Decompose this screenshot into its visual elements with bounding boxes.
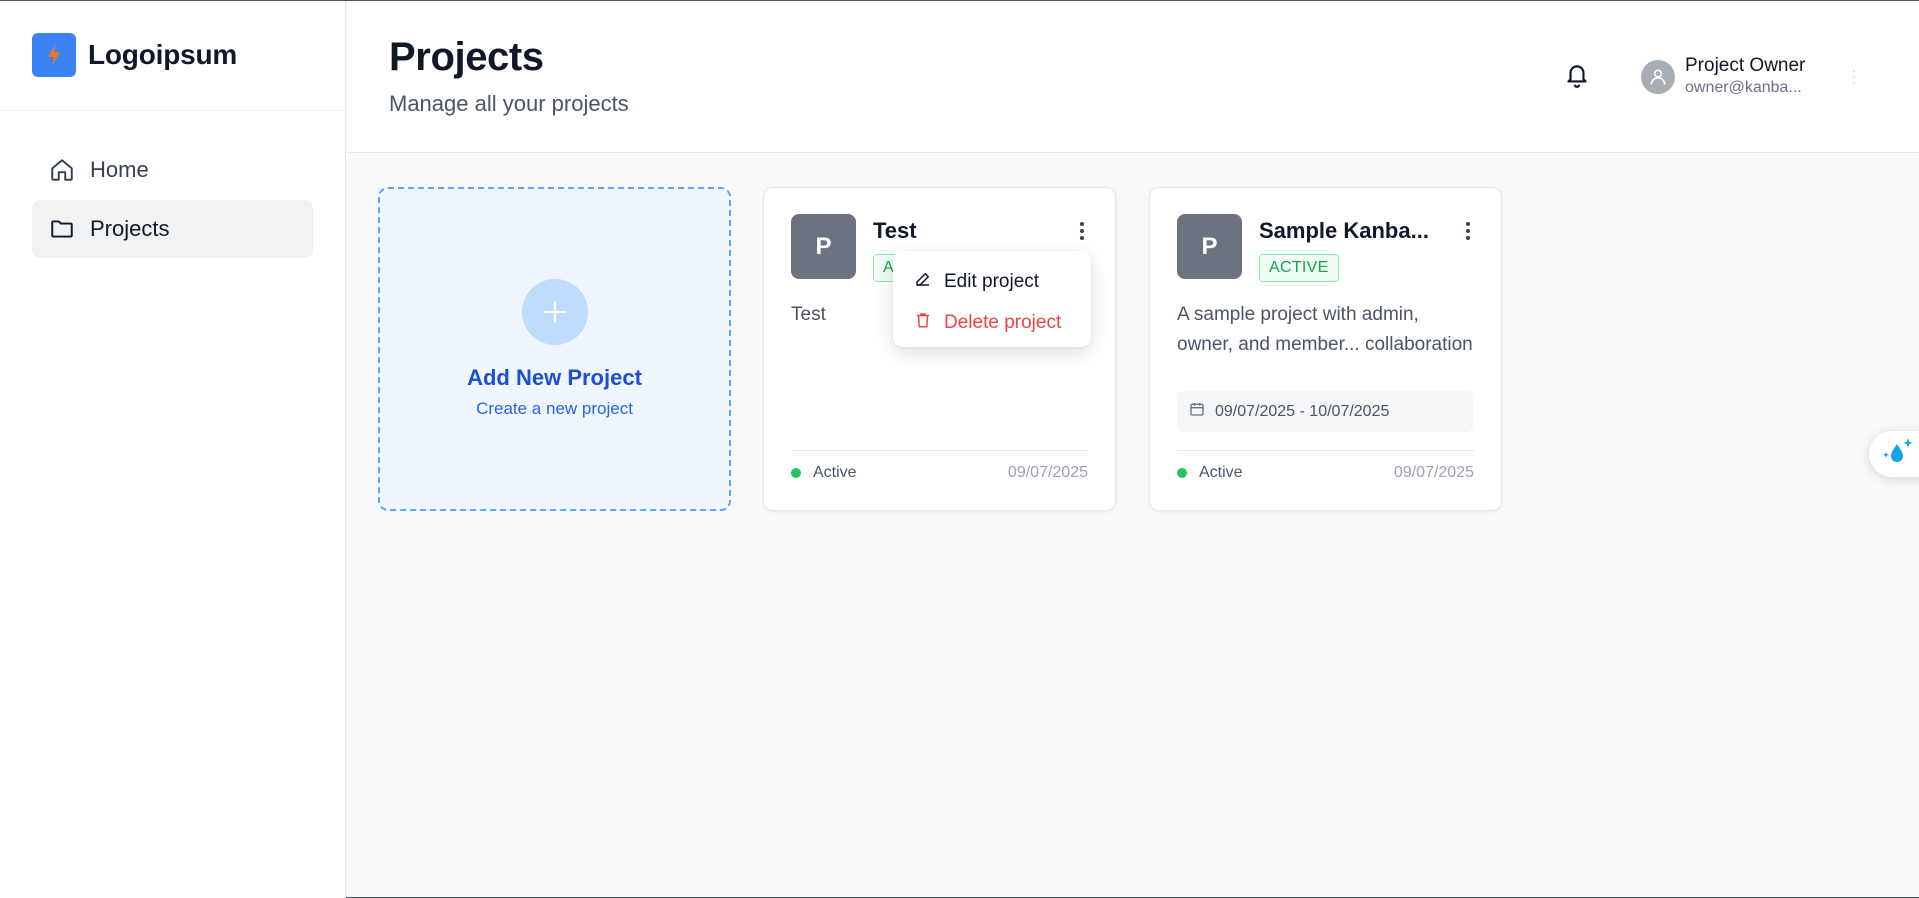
home-icon	[48, 156, 76, 184]
status-text: Active	[813, 464, 857, 481]
more-vertical-icon[interactable]	[1075, 220, 1089, 242]
user-email: owner@kanba...	[1685, 79, 1802, 96]
project-avatar: P	[791, 214, 856, 279]
notification-bell-icon[interactable]	[1561, 59, 1593, 91]
lightning-bolt-icon	[32, 32, 76, 77]
project-date: 09/07/2025	[1393, 464, 1474, 481]
brand-name: Logoipsum	[88, 38, 238, 70]
project-date: 09/07/2025	[1007, 464, 1088, 481]
pencil-icon	[914, 270, 932, 293]
project-status: Active	[791, 464, 857, 482]
add-project-subtitle: Create a new project	[476, 399, 633, 418]
sidebar-nav: Home Projects	[0, 111, 345, 258]
avatar	[1641, 60, 1675, 94]
user-menu[interactable]: Project Owner owner@kanba...	[1641, 55, 1805, 99]
delete-project-menu-item[interactable]: Delete project	[893, 302, 1091, 343]
more-vertical-icon[interactable]: · · ·	[1847, 63, 1861, 89]
page-header: Projects Manage all your projects Projec…	[347, 1, 1919, 153]
folder-icon	[48, 215, 76, 243]
status-dot-icon	[1177, 468, 1187, 478]
sidebar-item-projects[interactable]: Projects	[32, 200, 313, 258]
trash-icon	[914, 311, 932, 334]
status-dot-icon	[791, 468, 801, 478]
plus-icon	[522, 279, 588, 345]
project-actions-menu: Edit project Delete project	[893, 251, 1091, 347]
project-name: Sample Kanba...	[1259, 218, 1429, 243]
menu-item-label: Edit project	[944, 270, 1040, 292]
sidebar-item-label: Home	[90, 157, 149, 182]
sidebar-item-label: Projects	[90, 216, 170, 241]
status-badge: ACTIVE	[1259, 254, 1339, 282]
calendar-icon	[1189, 401, 1205, 422]
page-subtitle: Manage all your projects	[389, 91, 629, 116]
more-vertical-icon[interactable]	[1461, 220, 1475, 242]
project-card[interactable]: P Sample Kanba... ACTIVE A sample projec…	[1149, 187, 1502, 511]
brand[interactable]: Logoipsum	[0, 1, 345, 111]
date-range-text: 09/07/2025 - 10/07/2025	[1215, 402, 1390, 420]
project-description: A sample project with admin, owner, and …	[1177, 304, 1473, 355]
user-name: Project Owner	[1685, 55, 1806, 76]
project-status: Active	[1177, 464, 1243, 482]
project-avatar: P	[1177, 214, 1242, 279]
assistant-widget-button[interactable]	[1869, 431, 1919, 477]
add-project-title: Add New Project	[467, 365, 642, 390]
divider	[791, 450, 1088, 451]
status-text: Active	[1199, 464, 1243, 481]
sidebar-item-home[interactable]: Home	[32, 141, 313, 199]
sparkle-droplet-icon	[1881, 436, 1915, 473]
add-project-card[interactable]: Add New Project Create a new project	[378, 187, 731, 511]
project-card[interactable]: P Test ACTIVE Test Active 09/07/2025	[763, 187, 1116, 511]
project-date-range: 09/07/2025 - 10/07/2025	[1177, 391, 1473, 432]
page-title: Projects	[389, 35, 544, 79]
edit-project-menu-item[interactable]: Edit project	[893, 261, 1091, 302]
sidebar: Logoipsum Home Projects	[0, 1, 346, 898]
menu-item-label: Delete project	[944, 311, 1062, 333]
divider	[1177, 450, 1474, 451]
project-name: Test	[873, 218, 917, 243]
